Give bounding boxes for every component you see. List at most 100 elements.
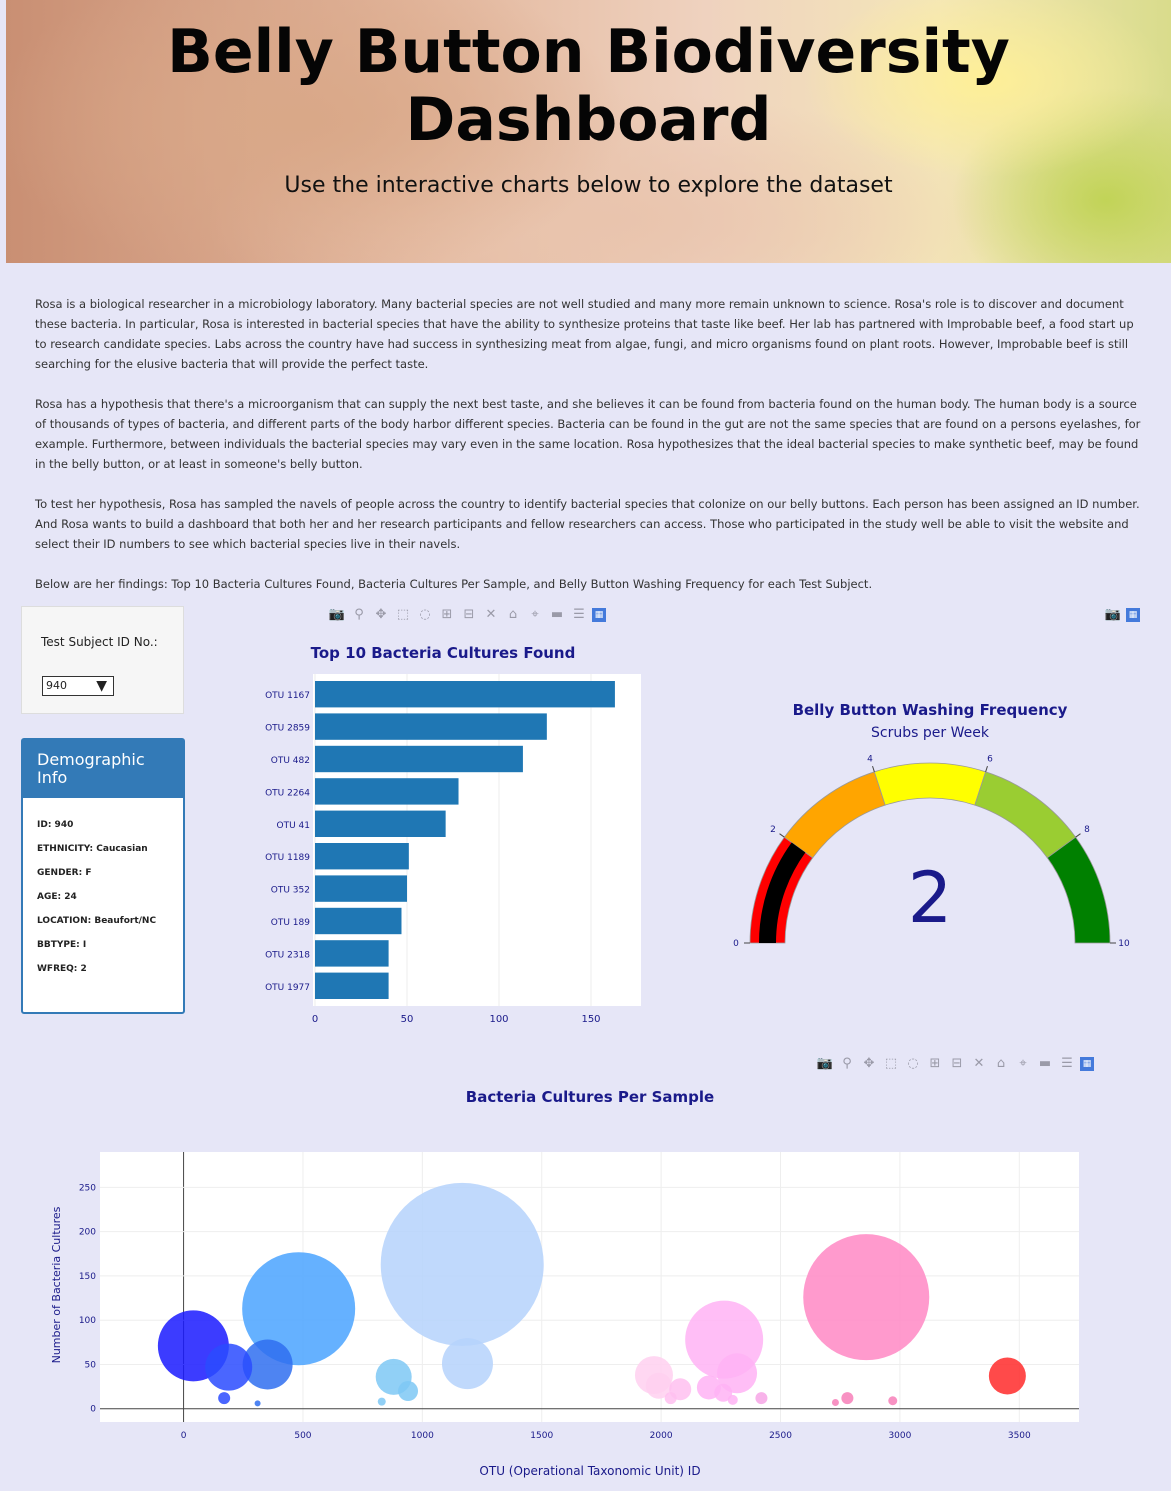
hover-closest-icon[interactable]: ▬ [1036,1055,1054,1073]
bubble-point[interactable] [205,1343,253,1391]
bubble-x-axis-label: OTU (Operational Taxonomic Unit) ID [479,1464,700,1478]
bubble-point[interactable] [664,1392,677,1405]
bubble-y-tick-label: 200 [79,1228,96,1238]
demographic-body: ID: 940 ETHNICITY: Caucasian GENDER: F A… [23,798,183,975]
bubble-x-tick-label: 2000 [650,1431,673,1441]
home-icon[interactable]: ⌂ [992,1055,1010,1073]
bubble-point[interactable] [727,1394,738,1405]
bar-mark[interactable] [315,778,459,805]
home-icon[interactable]: ⌂ [504,606,522,624]
bubble-point[interactable] [218,1392,231,1405]
gauge-tick [872,765,875,772]
spike-lines-icon[interactable]: ⌖ [526,606,544,624]
bubble-x-tick-label: 1000 [411,1431,434,1441]
autoscale-icon[interactable]: ✕ [482,606,500,624]
page-subtitle: Use the interactive charts below to expl… [284,173,893,198]
bar-category-label: OTU 352 [271,886,310,896]
gauge-tick [779,833,785,838]
bar-x-tick-label: 0 [312,1014,318,1025]
box-select-icon[interactable]: ⬚ [882,1055,900,1073]
subject-selector-label: Test Subject ID No.: [41,635,158,649]
camera-icon[interactable]: 📷 [1104,606,1122,624]
bubble-point[interactable] [803,1234,930,1361]
lasso-icon[interactable]: ◌ [904,1055,922,1073]
intro-paragraph: Below are her findings: Top 10 Bacteria … [35,577,873,591]
bar-chart-modebar: 📷 ⚲ ✥ ⬚ ◌ ⊞ ⊟ ✕ ⌂ ⌖ ▬ ☰ ▦ [328,606,606,624]
bubble-point[interactable] [755,1392,768,1405]
bubble-point[interactable] [988,1357,1026,1395]
zoom-out-icon[interactable]: ⊟ [460,606,478,624]
bubble-point[interactable] [398,1381,419,1402]
gauge-band [974,771,1077,859]
plotly-logo-icon[interactable]: ▦ [1126,608,1140,622]
bubble-point[interactable] [841,1392,854,1405]
plotly-logo-icon[interactable]: ▦ [592,608,606,622]
gauge-title: Belly Button Washing Frequency [793,701,1068,719]
gauge-tick-label: 0 [733,939,739,949]
hover-compare-icon[interactable]: ☰ [570,606,588,624]
demographic-row: ETHNICITY: Caucasian [37,844,148,854]
camera-icon[interactable]: 📷 [328,606,346,624]
bubble-y-tick-label: 50 [85,1360,97,1370]
bar-mark[interactable] [315,810,446,837]
intro-paragraph: Rosa is a biological researcher in a mic… [35,297,1134,371]
zoom-in-icon[interactable]: ⊞ [926,1055,944,1073]
gauge-tick-label: 4 [867,754,873,764]
autoscale-icon[interactable]: ✕ [970,1055,988,1073]
bubble-point[interactable] [254,1400,261,1407]
bar-category-label: OTU 482 [271,756,310,766]
page-title: Belly Button Biodiversity Dashboard [167,17,1010,155]
zoom-in-icon[interactable]: ⊞ [438,606,456,624]
bar-x-tick-label: 100 [489,1014,508,1025]
hover-closest-icon[interactable]: ▬ [548,606,566,624]
plotly-logo-icon[interactable]: ▦ [1080,1057,1094,1071]
box-select-icon[interactable]: ⬚ [394,606,412,624]
bar-mark[interactable] [315,875,407,902]
bar-chart-title: Top 10 Bacteria Cultures Found [311,644,576,662]
top10-bar-chart[interactable]: Top 10 Bacteria Cultures Found OTU 1167 O… [230,636,660,1036]
subject-selector-panel: Test Subject ID No.: 940 ▼ [21,606,184,714]
demographic-panel: Demographic Info ID: 940 ETHNICITY: Cauc… [21,738,185,1014]
wash-frequency-gauge[interactable]: Belly Button Washing Frequency Scrubs pe… [720,690,1150,980]
spike-lines-icon[interactable]: ⌖ [1014,1055,1032,1073]
bubble-point[interactable] [441,1338,493,1390]
bar-mark[interactable] [315,940,389,967]
bubble-x-tick-label: 3500 [1008,1431,1031,1441]
demographic-row: LOCATION: Beaufort/NC [37,916,157,926]
bubble-point[interactable] [831,1399,839,1407]
pan-icon[interactable]: ✥ [372,606,390,624]
bar-mark[interactable] [315,843,409,870]
bar-mark[interactable] [315,713,547,740]
zoom-out-icon[interactable]: ⊟ [948,1055,966,1073]
bubble-chart[interactable]: Bacteria Cultures Per Sample 0 500 1000 150… [40,1080,1120,1490]
zoom-icon[interactable]: ⚲ [350,606,368,624]
bar-category-label: OTU 2318 [265,950,310,960]
pan-icon[interactable]: ✥ [860,1055,878,1073]
bubble-point[interactable] [380,1182,544,1346]
bubble-y-tick-label: 100 [79,1316,96,1326]
bar-category-label: OTU 2264 [265,788,310,798]
bar-mark[interactable] [315,745,523,773]
intro-paragraph: To test her hypothesis, Rosa has sampled… [35,497,1140,551]
bar-mark[interactable] [315,972,389,999]
gauge-band [783,771,886,859]
bubble-y-axis-label: Number of Bacteria Cultures [50,1206,63,1363]
subject-id-value: 940 [46,679,67,692]
bar-category-label: OTU 189 [271,918,310,928]
demographic-row: GENDER: F [37,868,92,878]
hover-compare-icon[interactable]: ☰ [1058,1055,1076,1073]
bar-mark[interactable] [315,907,402,935]
bubble-point[interactable] [888,1396,898,1406]
gauge-tick-label: 6 [987,754,993,764]
demographic-row: AGE: 24 [37,892,77,902]
lasso-icon[interactable]: ◌ [416,606,434,624]
intro-paragraph: Rosa has a hypothesis that there's a mic… [35,397,1141,471]
bubble-x-tick-label: 3000 [888,1431,911,1441]
subject-id-select[interactable]: 940 ▼ [42,676,114,696]
zoom-icon[interactable]: ⚲ [838,1055,856,1073]
bubble-chart-modebar: 📷 ⚲ ✥ ⬚ ◌ ⊞ ⊟ ✕ ⌂ ⌖ ▬ ☰ ▦ [816,1055,1094,1073]
camera-icon[interactable]: 📷 [816,1055,834,1073]
bar-mark[interactable] [315,681,615,708]
bubble-point[interactable] [377,1397,386,1406]
bubble-y-tick-label: 150 [79,1272,96,1282]
